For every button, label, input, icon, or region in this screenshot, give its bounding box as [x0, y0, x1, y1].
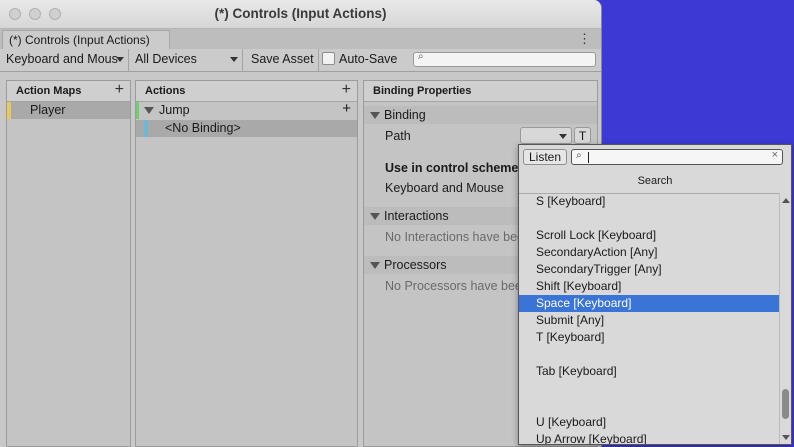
auto-save-checkbox[interactable]	[322, 52, 335, 65]
list-item[interactable]: SecondaryTrigger [Any]	[519, 261, 781, 278]
list-item[interactable]	[519, 210, 781, 227]
save-asset-label: Save Asset	[251, 52, 314, 66]
search-icon: ⌕	[418, 51, 424, 62]
scroll-up-icon[interactable]	[782, 198, 790, 203]
interactions-section-title: Interactions	[384, 209, 449, 223]
action-map-color-marker	[7, 102, 11, 119]
binding-color-marker	[144, 120, 148, 137]
binding-picker-popup: Listen ⌕ × Search S [Keyboard] Scroll Lo…	[518, 144, 792, 445]
action-label: Jump	[159, 103, 190, 117]
add-binding-button[interactable]: +	[342, 100, 351, 117]
path-label: Path	[385, 129, 411, 143]
list-item[interactable]: Submit [Any]	[519, 312, 781, 329]
toolbar-search-input[interactable]: ⌕	[413, 51, 596, 67]
list-item[interactable]: U [Keyboard]	[519, 414, 781, 431]
toolbar: Keyboard and Mous All Devices Save Asset…	[0, 49, 601, 72]
actions-panel: Actions + Jump + <No Binding>	[135, 80, 358, 447]
binding-section-title: Binding	[384, 108, 426, 122]
action-maps-header: Action Maps +	[7, 81, 130, 102]
tab-controls[interactable]: (*) Controls (Input Actions)	[2, 30, 170, 49]
action-maps-panel: Action Maps + Player	[6, 80, 131, 447]
list-item[interactable]: SecondaryAction [Any]	[519, 244, 781, 261]
tab-strip: (*) Controls (Input Actions) ⋮	[0, 29, 601, 50]
listen-button[interactable]: Listen	[523, 149, 567, 165]
control-scheme-dropdown[interactable]: Keyboard and Mous	[0, 49, 129, 71]
popup-header: Search	[519, 169, 791, 194]
auto-save-label: Auto-Save	[339, 52, 398, 66]
expand-triangle-icon	[370, 262, 380, 270]
add-action-map-button[interactable]: +	[115, 80, 124, 100]
list-item[interactable]: Up Arrow [Keyboard]	[519, 431, 781, 444]
list-item-selected[interactable]: Space [Keyboard]	[519, 295, 781, 312]
list-item[interactable]: Shift [Keyboard]	[519, 278, 781, 295]
window-title: (*) Controls (Input Actions)	[214, 6, 387, 21]
binding-section[interactable]: Binding	[364, 106, 597, 124]
control-scheme-value: Keyboard and Mous	[6, 52, 118, 66]
search-icon: ⌕	[576, 150, 582, 161]
processors-empty-text: No Processors have bee	[385, 279, 522, 293]
add-action-button[interactable]: +	[342, 80, 351, 100]
devices-dropdown[interactable]: All Devices	[129, 49, 243, 71]
popup-scrollbar[interactable]	[779, 193, 791, 444]
action-map-label: Player	[30, 103, 66, 117]
interactions-empty-text: No Interactions have bee	[385, 230, 524, 244]
clear-search-icon[interactable]: ×	[772, 149, 778, 161]
path-dropdown[interactable]	[520, 127, 572, 144]
popup-search-input[interactable]: ⌕ ×	[571, 149, 783, 165]
chevron-down-icon	[230, 57, 238, 62]
devices-value: All Devices	[135, 52, 197, 66]
input-actions-window: (*) Controls (Input Actions) (*) Control…	[0, 0, 602, 447]
list-item[interactable]: Scroll Lock [Keyboard]	[519, 227, 781, 244]
action-maps-title: Action Maps	[16, 85, 82, 97]
binding-label: <No Binding>	[165, 121, 241, 135]
scheme-toggle-keyboard-mouse[interactable]: Keyboard and Mouse	[385, 181, 504, 195]
list-item[interactable]	[519, 346, 781, 363]
text-mode-toggle[interactable]: T	[574, 127, 591, 144]
action-map-player[interactable]: Player	[7, 102, 130, 119]
use-in-scheme-label: Use in control scheme	[385, 161, 519, 175]
binding-properties-header: Binding Properties	[364, 81, 597, 102]
action-jump[interactable]: Jump +	[136, 100, 357, 119]
scrollbar-thumb[interactable]	[782, 389, 789, 419]
binding-row[interactable]: <No Binding>	[136, 120, 357, 137]
processors-section-title: Processors	[384, 258, 447, 272]
expand-triangle-icon	[370, 112, 380, 120]
actions-header: Actions +	[136, 81, 357, 102]
chevron-down-icon	[116, 57, 124, 62]
scroll-down-icon[interactable]	[782, 435, 790, 440]
text-caret	[588, 152, 589, 163]
save-asset-button[interactable]: Save Asset	[245, 49, 319, 71]
expand-triangle-icon	[370, 213, 380, 221]
control-path-list: S [Keyboard] Scroll Lock [Keyboard] Seco…	[519, 193, 781, 444]
more-options-icon[interactable]: ⋮	[578, 31, 591, 47]
list-item[interactable]: S [Keyboard]	[519, 193, 781, 210]
action-color-marker	[136, 102, 139, 119]
title-bar: (*) Controls (Input Actions)	[0, 0, 601, 29]
actions-title: Actions	[145, 85, 186, 97]
list-item[interactable]: Tab [Keyboard]	[519, 363, 781, 380]
list-item[interactable]	[519, 397, 781, 414]
list-item[interactable]	[519, 380, 781, 397]
list-item[interactable]: T [Keyboard]	[519, 329, 781, 346]
expand-triangle-icon[interactable]	[144, 107, 154, 114]
chevron-down-icon	[559, 134, 567, 139]
